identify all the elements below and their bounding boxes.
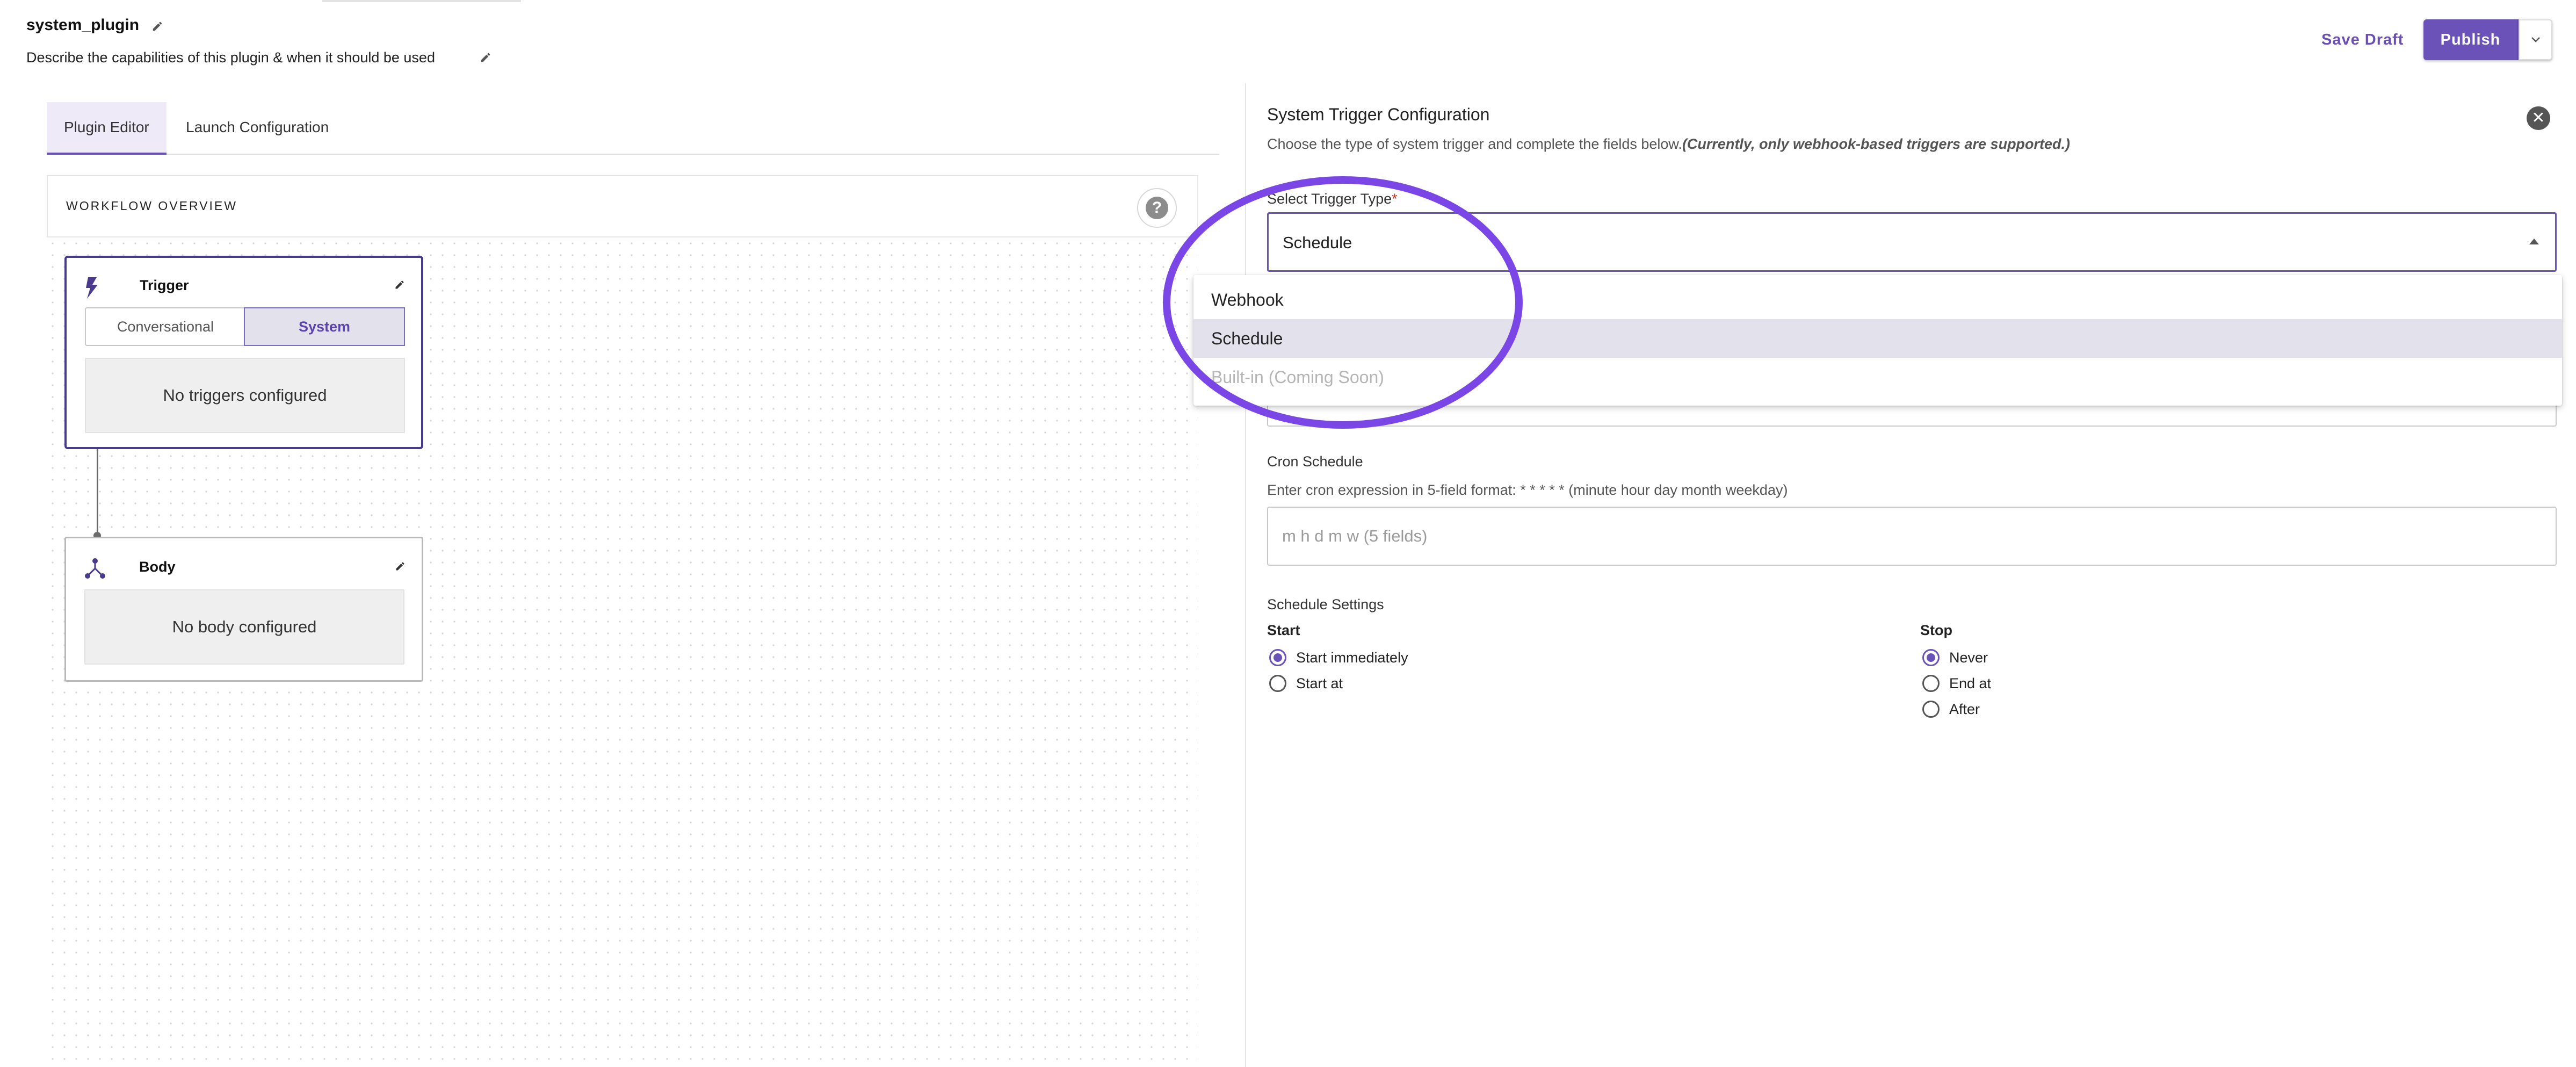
cron-schedule-label: Cron Schedule (1267, 453, 1363, 470)
body-node[interactable]: Body No body configured (64, 537, 423, 682)
body-node-title: Body (139, 559, 176, 575)
radio-label: Never (1949, 649, 1988, 666)
panel-subtitle: Choose the type of system trigger and co… (1267, 136, 2070, 153)
edit-body-pencil-icon[interactable] (395, 561, 406, 572)
workflow-overview-title: WORKFLOW OVERVIEW (66, 199, 237, 213)
radio-unchecked-icon (1922, 675, 1940, 692)
lightning-icon (86, 277, 98, 299)
branch-icon (85, 558, 105, 579)
radio-checked-icon (1269, 649, 1286, 666)
publish-button-group: Publish (2423, 19, 2552, 60)
plugin-description: Describe the capabilities of this plugin… (26, 49, 435, 66)
cron-expression-field (1267, 507, 2557, 566)
radio-never[interactable]: Never (1922, 649, 1988, 666)
radio-label: Start at (1296, 675, 1343, 691)
save-draft-button[interactable]: Save Draft (2321, 31, 2404, 49)
option-webhook[interactable]: Webhook (1193, 280, 2562, 319)
panel-subtitle-note: (Currently, only webhook-based triggers … (1682, 136, 2071, 152)
body-empty-state: No body configured (84, 589, 404, 665)
edit-name-pencil-icon[interactable] (151, 20, 163, 32)
radio-start-at[interactable]: Start at (1269, 675, 1343, 692)
cron-schedule-help: Enter cron expression in 5-field format:… (1267, 482, 1788, 498)
tab-launch-configuration[interactable]: Launch Configuration (169, 102, 346, 153)
trigger-mode-toggle: Conversational System (85, 307, 405, 346)
trigger-type-label-text: Select Trigger Type (1267, 191, 1392, 207)
trigger-node-title: Trigger (140, 277, 189, 293)
plugin-name: system_plugin (26, 16, 140, 34)
radio-unchecked-icon (1922, 701, 1940, 718)
edit-trigger-pencil-icon[interactable] (394, 279, 405, 290)
trigger-type-select[interactable]: Schedule (1267, 212, 2557, 272)
option-schedule[interactable]: Schedule (1193, 319, 2562, 358)
schedule-settings-label: Schedule Settings (1267, 596, 1384, 612)
radio-after[interactable]: After (1922, 701, 1980, 718)
tab-plugin-editor[interactable]: Plugin Editor (47, 102, 167, 155)
toggle-conversational[interactable]: Conversational (86, 308, 245, 345)
publish-button[interactable]: Publish (2423, 19, 2517, 60)
help-button[interactable]: ? (1137, 188, 1177, 228)
workflow-overview-header: WORKFLOW OVERVIEW ? (47, 175, 1198, 237)
cron-expression-input[interactable] (1268, 508, 2556, 565)
trigger-empty-state: No triggers configured (85, 358, 405, 433)
radio-label: Start immediately (1296, 649, 1408, 666)
trigger-type-label: Select Trigger Type* (1267, 191, 1398, 207)
publish-options-button[interactable] (2519, 19, 2552, 60)
radio-end-at[interactable]: End at (1922, 675, 1991, 692)
trigger-type-dropdown-menu: Webhook Schedule Built-in (Coming Soon) (1193, 275, 2562, 406)
radio-label: After (1949, 701, 1980, 717)
trigger-type-value: Schedule (1283, 233, 1352, 252)
required-asterisk: * (1392, 191, 1398, 207)
stop-heading: Stop (1920, 622, 1952, 638)
close-panel-button[interactable]: ✕ (2527, 106, 2550, 130)
top-progress-line (322, 0, 521, 2)
node-connector (97, 449, 98, 537)
toggle-system[interactable]: System (244, 307, 405, 346)
caret-up-icon (2529, 239, 2539, 244)
panel-title: System Trigger Configuration (1267, 105, 1490, 124)
editor-tabs: Plugin Editor Launch Configuration (47, 102, 1219, 155)
edit-description-pencil-icon[interactable] (480, 52, 491, 63)
help-icon: ? (1146, 197, 1168, 219)
radio-checked-icon (1922, 649, 1940, 666)
start-heading: Start (1267, 622, 1300, 638)
radio-label: End at (1949, 675, 1992, 691)
panel-subtitle-text: Choose the type of system trigger and co… (1267, 136, 1682, 152)
option-built-in: Built-in (Coming Soon) (1211, 367, 1384, 387)
panel-divider (1245, 83, 1246, 1067)
radio-unchecked-icon (1269, 675, 1286, 692)
radio-start-immediately[interactable]: Start immediately (1269, 649, 1408, 666)
trigger-node[interactable]: Trigger Conversational System No trigger… (64, 256, 423, 449)
chevron-down-icon (2531, 37, 2540, 42)
